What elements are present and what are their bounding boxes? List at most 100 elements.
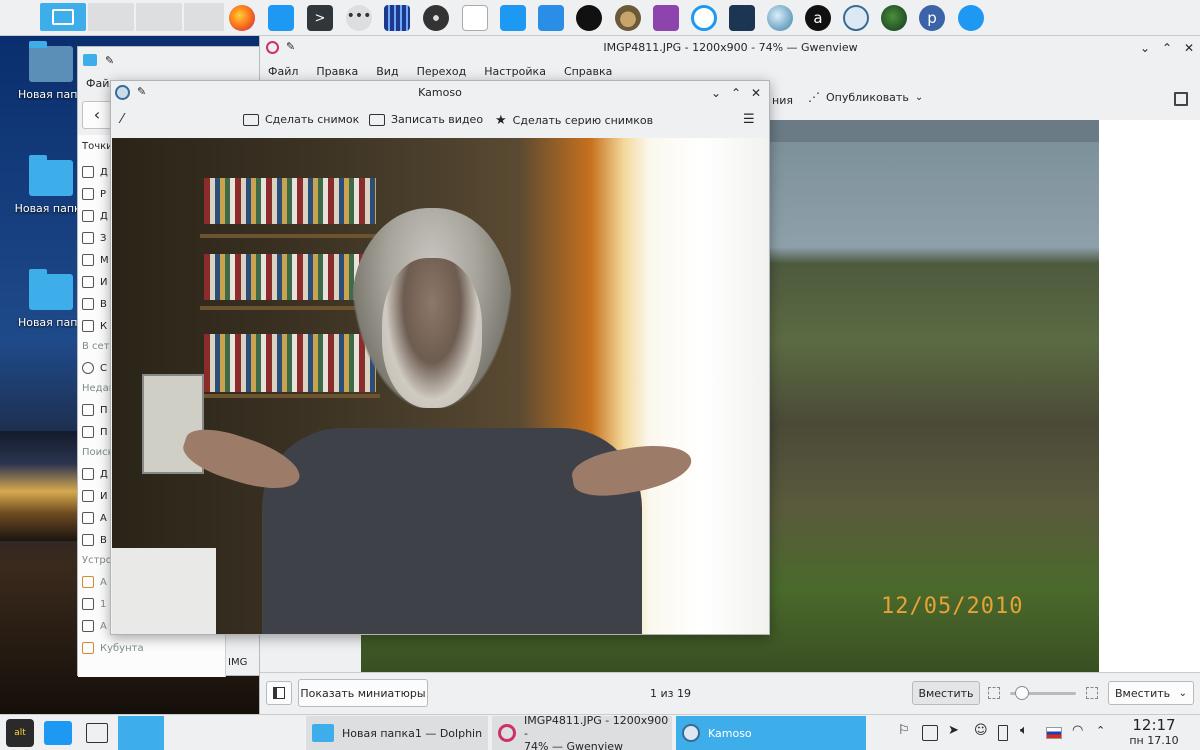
fit-select[interactable]: Вместить ⌄ <box>1108 681 1194 705</box>
pin-icon[interactable]: ✎ <box>105 54 114 67</box>
chevron-up-icon[interactable]: ⌃ <box>731 86 741 100</box>
kamoso-window[interactable]: ✎ Kamoso ⌄ ⌃ ✕ ⁄ Сделать снимок Записать… <box>110 80 770 635</box>
bookshelf <box>200 394 380 398</box>
virtual-desktop-3[interactable] <box>136 3 182 31</box>
chevron-down-icon[interactable]: ⌄ <box>1140 41 1150 55</box>
gwenview-titlebar[interactable]: ✎ IMGP4811.JPG - 1200x900 - 74% — Gwenvi… <box>260 36 1200 60</box>
desktop-folder-label: Новая папк <box>17 316 85 329</box>
disc-icon[interactable] <box>423 5 449 31</box>
white-box <box>112 548 216 634</box>
pager-button[interactable] <box>118 716 164 750</box>
show-desktop-folder-icon[interactable] <box>44 721 72 745</box>
settings-sliders-icon[interactable]: ☰ <box>743 112 755 127</box>
sidebar-toggle-button[interactable] <box>266 681 292 705</box>
dolphin-app-icon <box>83 54 97 66</box>
task-gwenview[interactable]: IMGP4811.JPG - 1200x900 - 74% — Gwenview <box>492 714 672 750</box>
clipboard-icon[interactable] <box>922 725 938 741</box>
menu-view[interactable]: Вид <box>376 65 398 78</box>
telegram-icon[interactable]: ➤ <box>948 723 964 739</box>
window-icon[interactable] <box>86 723 108 743</box>
globe-app-icon[interactable] <box>767 5 793 31</box>
clock[interactable]: 12:17 пн 17.10 <box>1112 717 1196 748</box>
drive-icon <box>82 576 94 588</box>
zoom-slider[interactable] <box>1010 686 1076 700</box>
webcam-icon[interactable] <box>843 5 869 31</box>
burst-button[interactable]: ★ Сделать серию снимков <box>495 113 653 128</box>
places-heading: Точки <box>82 141 113 152</box>
virtual-desktop-1[interactable] <box>40 3 86 31</box>
battery-icon[interactable] <box>998 725 1008 741</box>
kdenlive-icon[interactable] <box>653 5 679 31</box>
media-player-icon[interactable] <box>729 5 755 31</box>
close-icon[interactable]: ✕ <box>1184 41 1194 55</box>
gem-icon[interactable] <box>576 5 602 31</box>
earth-icon[interactable] <box>881 5 907 31</box>
video-editor-icon[interactable] <box>384 5 410 31</box>
menu-edit[interactable]: Правка <box>316 65 358 78</box>
chevron-up-icon[interactable]: ⌃ <box>1096 724 1112 740</box>
menu-file[interactable]: Файл <box>268 65 298 78</box>
p-app-icon[interactable]: p <box>919 5 945 31</box>
drive-icon <box>82 642 94 654</box>
task-kamoso[interactable]: Kamoso <box>676 716 866 750</box>
kamoso-titlebar[interactable]: ✎ Kamoso ⌄ ⌃ ✕ <box>111 81 769 105</box>
task-dolphin[interactable]: Новая папка1 — Dolphin <box>306 716 488 750</box>
record-video-button[interactable]: Записать видео <box>369 113 483 126</box>
wallpaper-palace <box>0 431 80 541</box>
search-documents-icon <box>82 468 94 480</box>
chevron-down-icon: ⌄ <box>914 91 924 103</box>
pictures-icon <box>82 276 94 288</box>
devices-heading: Устро <box>82 555 112 566</box>
video-camera-icon <box>369 113 385 126</box>
file-manager-icon[interactable] <box>268 5 294 31</box>
star-icon: ★ <box>495 113 507 128</box>
show-thumbnails-button[interactable]: Показать миниатюры <box>298 679 428 707</box>
gwenview-icon <box>498 724 516 742</box>
firefox-icon[interactable] <box>229 5 255 31</box>
trash-icon <box>82 320 94 332</box>
folder-icon <box>29 269 73 310</box>
window-title: Kamoso <box>418 86 462 99</box>
volume-icon[interactable]: 🔈︎ <box>1020 723 1036 739</box>
menu-settings[interactable]: Настройка <box>484 65 546 78</box>
network-app-icon[interactable] <box>958 5 984 31</box>
effects-wand-icon[interactable]: ⁄ <box>121 112 123 127</box>
share-icon: ⋰ <box>808 90 820 104</box>
terminal-icon[interactable]: > <box>307 5 333 31</box>
zoom-slider-handle[interactable] <box>1015 686 1029 700</box>
search-images-icon <box>82 490 94 502</box>
document-icon[interactable] <box>462 5 488 31</box>
headphones-icon[interactable] <box>691 5 717 31</box>
virtual-desktop-2[interactable] <box>88 3 134 31</box>
text-editor-icon[interactable] <box>538 5 564 31</box>
search-heading: Поиск <box>82 447 114 458</box>
more-apps-icon[interactable]: ••• <box>346 5 372 31</box>
file-item-label[interactable]: IMG <box>228 657 247 668</box>
fullscreen-icon[interactable] <box>1174 92 1188 106</box>
close-icon[interactable]: ✕ <box>751 86 761 100</box>
keyboard-layout-flag-icon[interactable] <box>1046 727 1062 739</box>
accessibility-icon[interactable]: ☺ <box>974 723 990 739</box>
menu-go[interactable]: Переход <box>417 65 467 78</box>
clock-date: пн 17.10 <box>1129 734 1179 747</box>
store-icon[interactable] <box>500 5 526 31</box>
wifi-icon[interactable]: ◠ <box>1072 723 1088 739</box>
device-item[interactable]: Кубунта <box>82 637 227 659</box>
share-button[interactable]: ⋰ Опубликовать ⌄ <box>808 90 923 104</box>
home-icon <box>82 166 94 178</box>
photo-date-stamp: 12/05/2010 <box>881 594 1024 619</box>
take-photo-button[interactable]: Сделать снимок <box>243 113 359 126</box>
app-launcher-icon[interactable]: alt <box>6 719 34 747</box>
notifications-icon[interactable]: ⚐ <box>898 723 914 739</box>
virtual-desktop-4[interactable] <box>184 3 224 31</box>
chevron-up-icon[interactable]: ⌃ <box>1162 41 1172 55</box>
menu-help[interactable]: Справка <box>564 65 612 78</box>
zoom-out-icon[interactable] <box>988 687 1000 699</box>
chevron-down-icon[interactable]: ⌄ <box>711 86 721 100</box>
a-app-icon[interactable]: a <box>805 5 831 31</box>
gimp-icon[interactable] <box>615 5 641 31</box>
zoom-in-icon[interactable] <box>1086 687 1098 699</box>
back-button[interactable]: ‹ <box>82 101 112 129</box>
fit-button[interactable]: Вместить <box>912 681 980 705</box>
toolbar-item-fragment[interactable]: ния <box>772 94 793 107</box>
